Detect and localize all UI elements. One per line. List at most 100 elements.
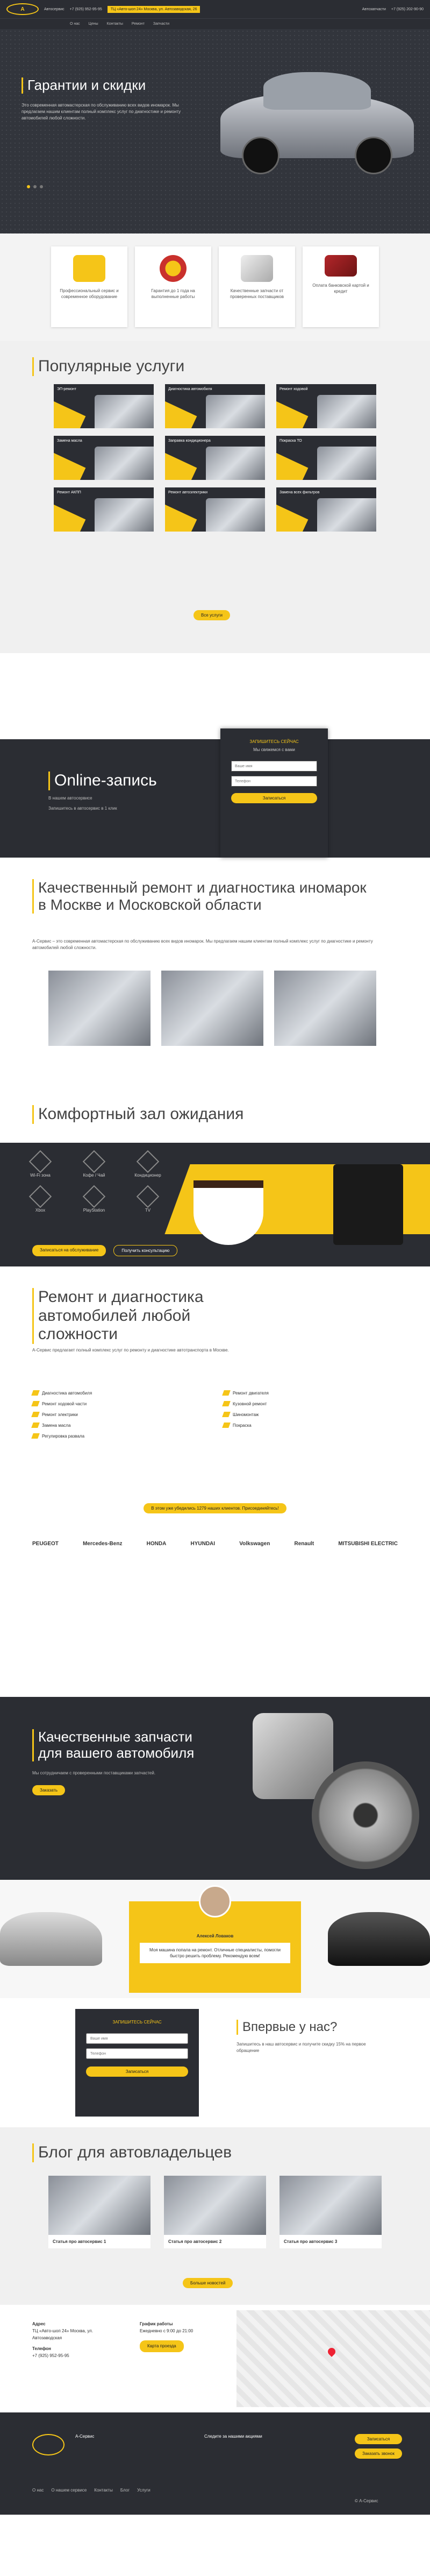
clients-cta[interactable]: В этом уже убедились 1279 наших клиентов… [144, 1503, 286, 1513]
check-icon [31, 1390, 40, 1396]
phone-value[interactable]: +7 (925) 952-95-95 [32, 2353, 118, 2360]
address-value: ТЦ «Авто-шоп 24» Москва, ул. Автозаводск… [32, 2328, 94, 2340]
amenity: Кондиционер [124, 1150, 172, 1178]
sale-label: Автозапчасти [362, 7, 386, 11]
list-item: Регулировка развала [31, 1433, 207, 1439]
submit-button[interactable]: Записаться [86, 2067, 188, 2077]
car-left-image [0, 1912, 102, 1966]
service-card[interactable]: ЭП-ремонт [54, 384, 154, 428]
online-title: Online-запись [48, 772, 167, 790]
phone-1[interactable]: +7 (925) 952-95-95 [70, 8, 102, 11]
footer-link[interactable]: Услуги [137, 2488, 150, 2493]
phone-input[interactable] [231, 776, 317, 787]
service-card[interactable]: Замена всех фильтров [276, 487, 376, 532]
address: ТЦ «Авто-шоп 24» Москва, ул. Автозаводск… [107, 5, 200, 13]
amenity: Wi-Fi зона [16, 1150, 64, 1178]
workshop-photo [161, 971, 263, 1046]
phone-input[interactable] [86, 2048, 188, 2059]
order-parts-button[interactable]: Заказать [32, 1785, 66, 1795]
check-icon [222, 1401, 231, 1406]
workshop-photo [274, 971, 376, 1046]
quality-text: А-Сервис – это современная автомастерска… [32, 939, 373, 950]
all-services-button[interactable]: Все услуги [194, 610, 230, 620]
submit-button[interactable]: Записаться [231, 793, 317, 803]
online-form: ЗАПИШИТЕСЬ СЕЙЧАС Мы свяжемся с вами Зап… [220, 728, 328, 858]
feature-card: Оплата банковской картой и кредит [303, 246, 379, 327]
reviewer-name: Алексей Ловаков [196, 1934, 234, 1938]
amenity: Xbox [16, 1185, 64, 1213]
blog-section: Блог для автовладельцев Статья про автос… [0, 2127, 430, 2305]
blog-post[interactable]: Статья про автосервис 2 [164, 2176, 266, 2248]
name-input[interactable] [231, 761, 317, 772]
name-input[interactable] [86, 2033, 188, 2044]
first-visit-title: Впервые у нас? [236, 2020, 376, 2035]
quality-section: Качественный ремонт и диагностика иномар… [0, 858, 430, 1084]
features: Профессиональный сервис и современное об… [0, 233, 430, 341]
car-right-image [328, 1912, 430, 1966]
footer-call-button[interactable]: Заказать звонок [355, 2448, 402, 2459]
xbox-console-image [333, 1164, 403, 1245]
hero-dots[interactable] [27, 185, 43, 188]
review-text: Моя машина попала на ремонт. Отличные сп… [140, 1943, 290, 1964]
hero-text: Это современная автомастерская по обслуж… [22, 102, 181, 121]
top-bar: A Автосервис +7 (925) 952-95-95 ТЦ «Авто… [0, 0, 430, 18]
sale-phone[interactable]: +7 (925) 202-90-90 [391, 8, 424, 11]
blog-title: Блог для автовладельцев [32, 2143, 232, 2162]
more-news-button[interactable]: Больше новостей [183, 2278, 233, 2288]
review-section: Алексей Ловаков Моя машина попала на рем… [0, 1880, 430, 1998]
review-card: Алексей Ловаков Моя машина попала на рем… [129, 1885, 301, 1993]
amenity: Кофе / Чай [70, 1150, 118, 1178]
list-item: Замена масла [31, 1423, 207, 1428]
blog-post[interactable]: Статья про автосервис 1 [48, 2176, 150, 2248]
book-service-button[interactable]: Записаться на обслуживание [32, 1245, 106, 1256]
map-button[interactable]: Карта проезда [140, 2340, 184, 2353]
list-item: Ремонт электрики [31, 1412, 207, 1417]
footer-link[interactable]: Контакты [94, 2488, 113, 2493]
repair-text: А-Сервис предлагает полный комплекс услу… [32, 1348, 229, 1353]
nav-item[interactable]: Ремонт [132, 22, 145, 26]
nav-item[interactable]: Цены [89, 22, 98, 26]
auto-service-icon [73, 255, 105, 282]
check-icon [31, 1423, 40, 1428]
list-item: Ремонт ходовой части [31, 1401, 207, 1406]
list-item: Кузовной ремонт [222, 1401, 398, 1406]
quality-title: Качественный ремонт и диагностика иномар… [32, 879, 376, 914]
nav-item[interactable]: Запчасти [153, 22, 169, 26]
consultation-button[interactable]: Получить консультацию [113, 1245, 178, 1256]
repair-section: Ремонт и диагностика автомобилей любой с… [0, 1266, 430, 1697]
map[interactable] [236, 2310, 430, 2407]
hero: Гарантии и скидки Это современная автома… [0, 29, 430, 233]
check-icon [31, 1433, 40, 1439]
map-pin-icon [326, 2346, 337, 2357]
brand-logo: Renault [294, 1541, 314, 1547]
parts-text: Мы сотрудничаем с проверенными поставщик… [32, 1770, 156, 1775]
nav-item[interactable]: О нас [70, 22, 80, 26]
brand-logo: Mercedes-Benz [83, 1541, 123, 1547]
service-card[interactable]: Ремонт ходовой [276, 384, 376, 428]
service-card[interactable]: Ремонт АКПП [54, 487, 154, 532]
service-card[interactable]: Замена масла [54, 436, 154, 480]
footer-email-label: Следите за нашими акциями [204, 2434, 262, 2439]
footer-book-button[interactable]: Записаться [355, 2434, 402, 2444]
check-icon [222, 1423, 231, 1428]
hero-title: Гарантии и скидки [22, 77, 188, 94]
footer-link[interactable]: О нашем сервисе [51, 2488, 87, 2493]
service-card[interactable]: Заправка кондиционера [165, 436, 265, 480]
tv-icon [136, 1185, 160, 1208]
first-visit-text: Запишитесь в наш автосервис и получите с… [236, 2041, 366, 2053]
waiting-title: Комфортный зал ожидания [32, 1105, 243, 1124]
footer-link[interactable]: О нас [32, 2488, 44, 2493]
service-card[interactable]: Ремонт автоэлектрики [165, 487, 265, 532]
nav-item[interactable]: Контакты [107, 22, 123, 26]
workshop-photo [48, 971, 150, 1046]
footer-logo[interactable] [32, 2434, 64, 2455]
service-card[interactable]: Покраска ТО [276, 436, 376, 480]
amenity: TV [124, 1185, 172, 1213]
footer-link[interactable]: Блог [120, 2488, 130, 2493]
list-item: Ремонт двигателя [222, 1390, 398, 1396]
blog-post[interactable]: Статья про автосервис 3 [280, 2176, 382, 2248]
logo[interactable]: A [6, 3, 39, 15]
service-card[interactable]: Диагностика автомобиля [165, 384, 265, 428]
address-label: Адрес [32, 2322, 46, 2326]
hours-label: График работы [140, 2322, 173, 2326]
